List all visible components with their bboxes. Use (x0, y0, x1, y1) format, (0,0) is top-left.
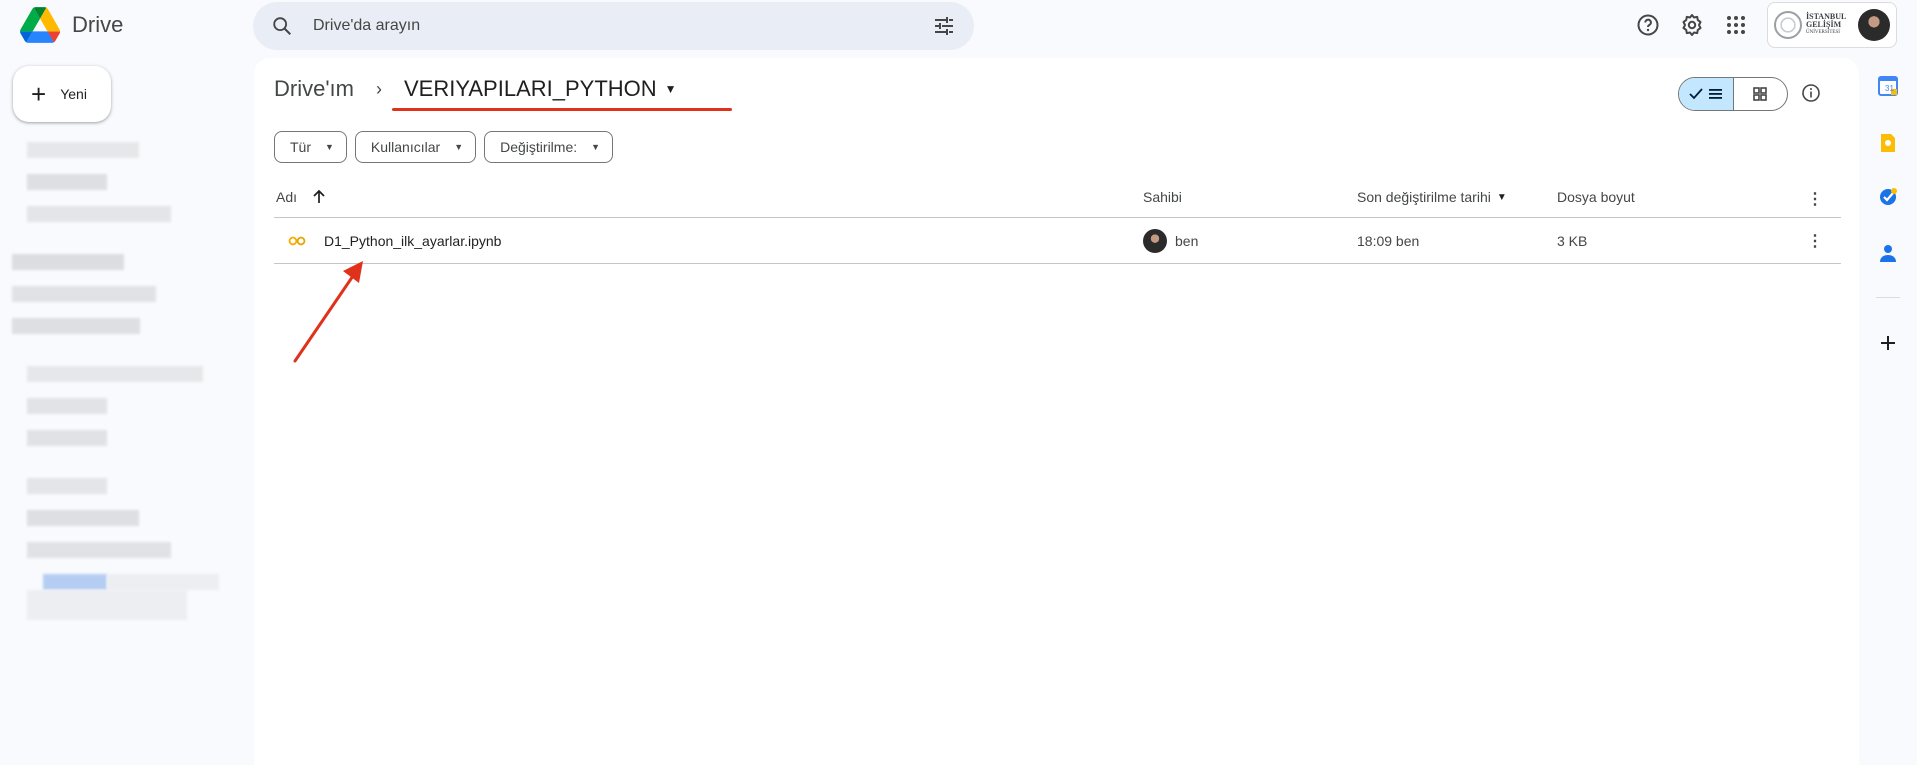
calendar-icon[interactable]: 31 (1878, 76, 1898, 96)
avatar[interactable] (1858, 9, 1890, 41)
column-name-label: Adı (276, 189, 298, 205)
filter-type-label: Tür (290, 139, 311, 155)
annotation-underline (392, 108, 732, 111)
file-name[interactable]: D1_Python_ilk_ayarlar.ipynb (324, 233, 501, 249)
org-name-line2: GELİŞİM (1806, 20, 1842, 29)
search-bar[interactable]: Drive'da arayın (253, 2, 974, 50)
svg-text:31: 31 (1885, 84, 1894, 93)
keep-icon[interactable] (1878, 133, 1898, 153)
new-button[interactable]: + Yeni (13, 66, 111, 122)
breadcrumb: Drive'ım › VERIYAPILARI_PYTHON ▼ (274, 76, 677, 102)
modified-value: 18:09 ben (1357, 232, 1420, 249)
colab-icon (288, 236, 306, 245)
more-vert-icon[interactable]: ⋮ (1807, 189, 1823, 209)
main-content: Drive'ım › VERIYAPILARI_PYTHON ▼ Tür ▼ Ku… (254, 58, 1859, 765)
column-header-name[interactable]: Adı (276, 189, 327, 205)
arrow-up-icon[interactable] (311, 189, 327, 205)
organization-logo: İSTANBUL GELİŞİM ÜNİVERSİTESİ (1774, 11, 1846, 39)
account-switcher[interactable]: İSTANBUL GELİŞİM ÜNİVERSİTESİ (1767, 2, 1897, 48)
column-modified-label: Son değiştirilme tarihi (1357, 189, 1491, 205)
column-header-modified[interactable]: Son değiştirilme tarihi ▼ (1357, 189, 1507, 205)
size-value: 3 KB (1557, 232, 1588, 249)
filter-type-chip[interactable]: Tür ▼ (274, 131, 347, 163)
org-name-line3: ÜNİVERSİTESİ (1806, 30, 1840, 35)
filter-modified-chip[interactable]: Değiştirilme: ▼ (484, 131, 614, 163)
caret-down-icon: ▼ (664, 82, 677, 96)
row-more-vert-icon[interactable]: ⋮ (1807, 218, 1823, 263)
tasks-icon[interactable] (1878, 187, 1898, 207)
rail-divider (1876, 297, 1900, 298)
column-header-size[interactable]: Dosya boyut (1557, 189, 1635, 205)
breadcrumb-root[interactable]: Drive'ım (274, 76, 354, 102)
chevron-right-icon: › (375, 78, 382, 99)
owner-name: ben (1175, 232, 1199, 249)
grid-icon (1753, 87, 1768, 101)
annotation-arrow (293, 261, 363, 363)
plus-icon: + (31, 79, 47, 109)
caret-down-icon: ▼ (1496, 191, 1507, 203)
drive-logo[interactable]: Drive (20, 7, 123, 43)
new-button-label: Yeni (60, 86, 87, 102)
list-icon (1708, 89, 1722, 99)
list-view-button[interactable] (1679, 78, 1734, 110)
filter-people-label: Kullanıcılar (370, 139, 441, 155)
info-icon[interactable] (1801, 83, 1821, 103)
current-folder-name: VERIYAPILARI_PYTHON (403, 76, 657, 101)
caret-down-icon: ▼ (591, 142, 601, 152)
modified-cell: 18:09 ben (1357, 218, 1419, 263)
apps-grid-icon[interactable] (1724, 13, 1748, 37)
column-size-label: Dosya boyut (1557, 189, 1635, 205)
filter-people-chip[interactable]: Kullanıcılar ▼ (354, 131, 477, 163)
search-input[interactable]: Drive'da arayın (313, 17, 932, 35)
caret-down-icon: ▼ (454, 142, 464, 152)
check-icon (1689, 88, 1703, 100)
help-icon[interactable] (1636, 13, 1660, 37)
grid-view-button[interactable] (1734, 78, 1788, 110)
table-row[interactable]: D1_Python_ilk_ayarlar.ipynb ben 18:09 be… (274, 218, 1841, 263)
row-divider (274, 263, 1841, 264)
filter-modified-label: Değiştirilme: (500, 139, 578, 155)
owner-avatar (1143, 228, 1167, 253)
contacts-icon[interactable] (1878, 243, 1898, 263)
settings-icon[interactable] (1680, 13, 1704, 37)
tune-icon[interactable] (932, 14, 956, 38)
view-toggle[interactable] (1678, 77, 1788, 111)
university-seal-icon (1774, 11, 1802, 39)
column-owner-label: Sahibi (1143, 189, 1182, 205)
filter-chips: Tür ▼ Kullanıcılar ▼ Değiştirilme: ▼ (274, 131, 614, 163)
size-cell: 3 KB (1557, 218, 1587, 263)
breadcrumb-current-folder[interactable]: VERIYAPILARI_PYTHON ▼ (404, 76, 677, 102)
search-icon[interactable] (271, 15, 293, 37)
caret-down-icon: ▼ (325, 142, 334, 152)
app-name: Drive (72, 12, 124, 37)
column-header-owner[interactable]: Sahibi (1143, 189, 1182, 205)
add-addon-plus-icon[interactable] (1878, 333, 1898, 353)
owner-cell: ben (1143, 218, 1198, 263)
drive-logo-icon (20, 7, 60, 43)
